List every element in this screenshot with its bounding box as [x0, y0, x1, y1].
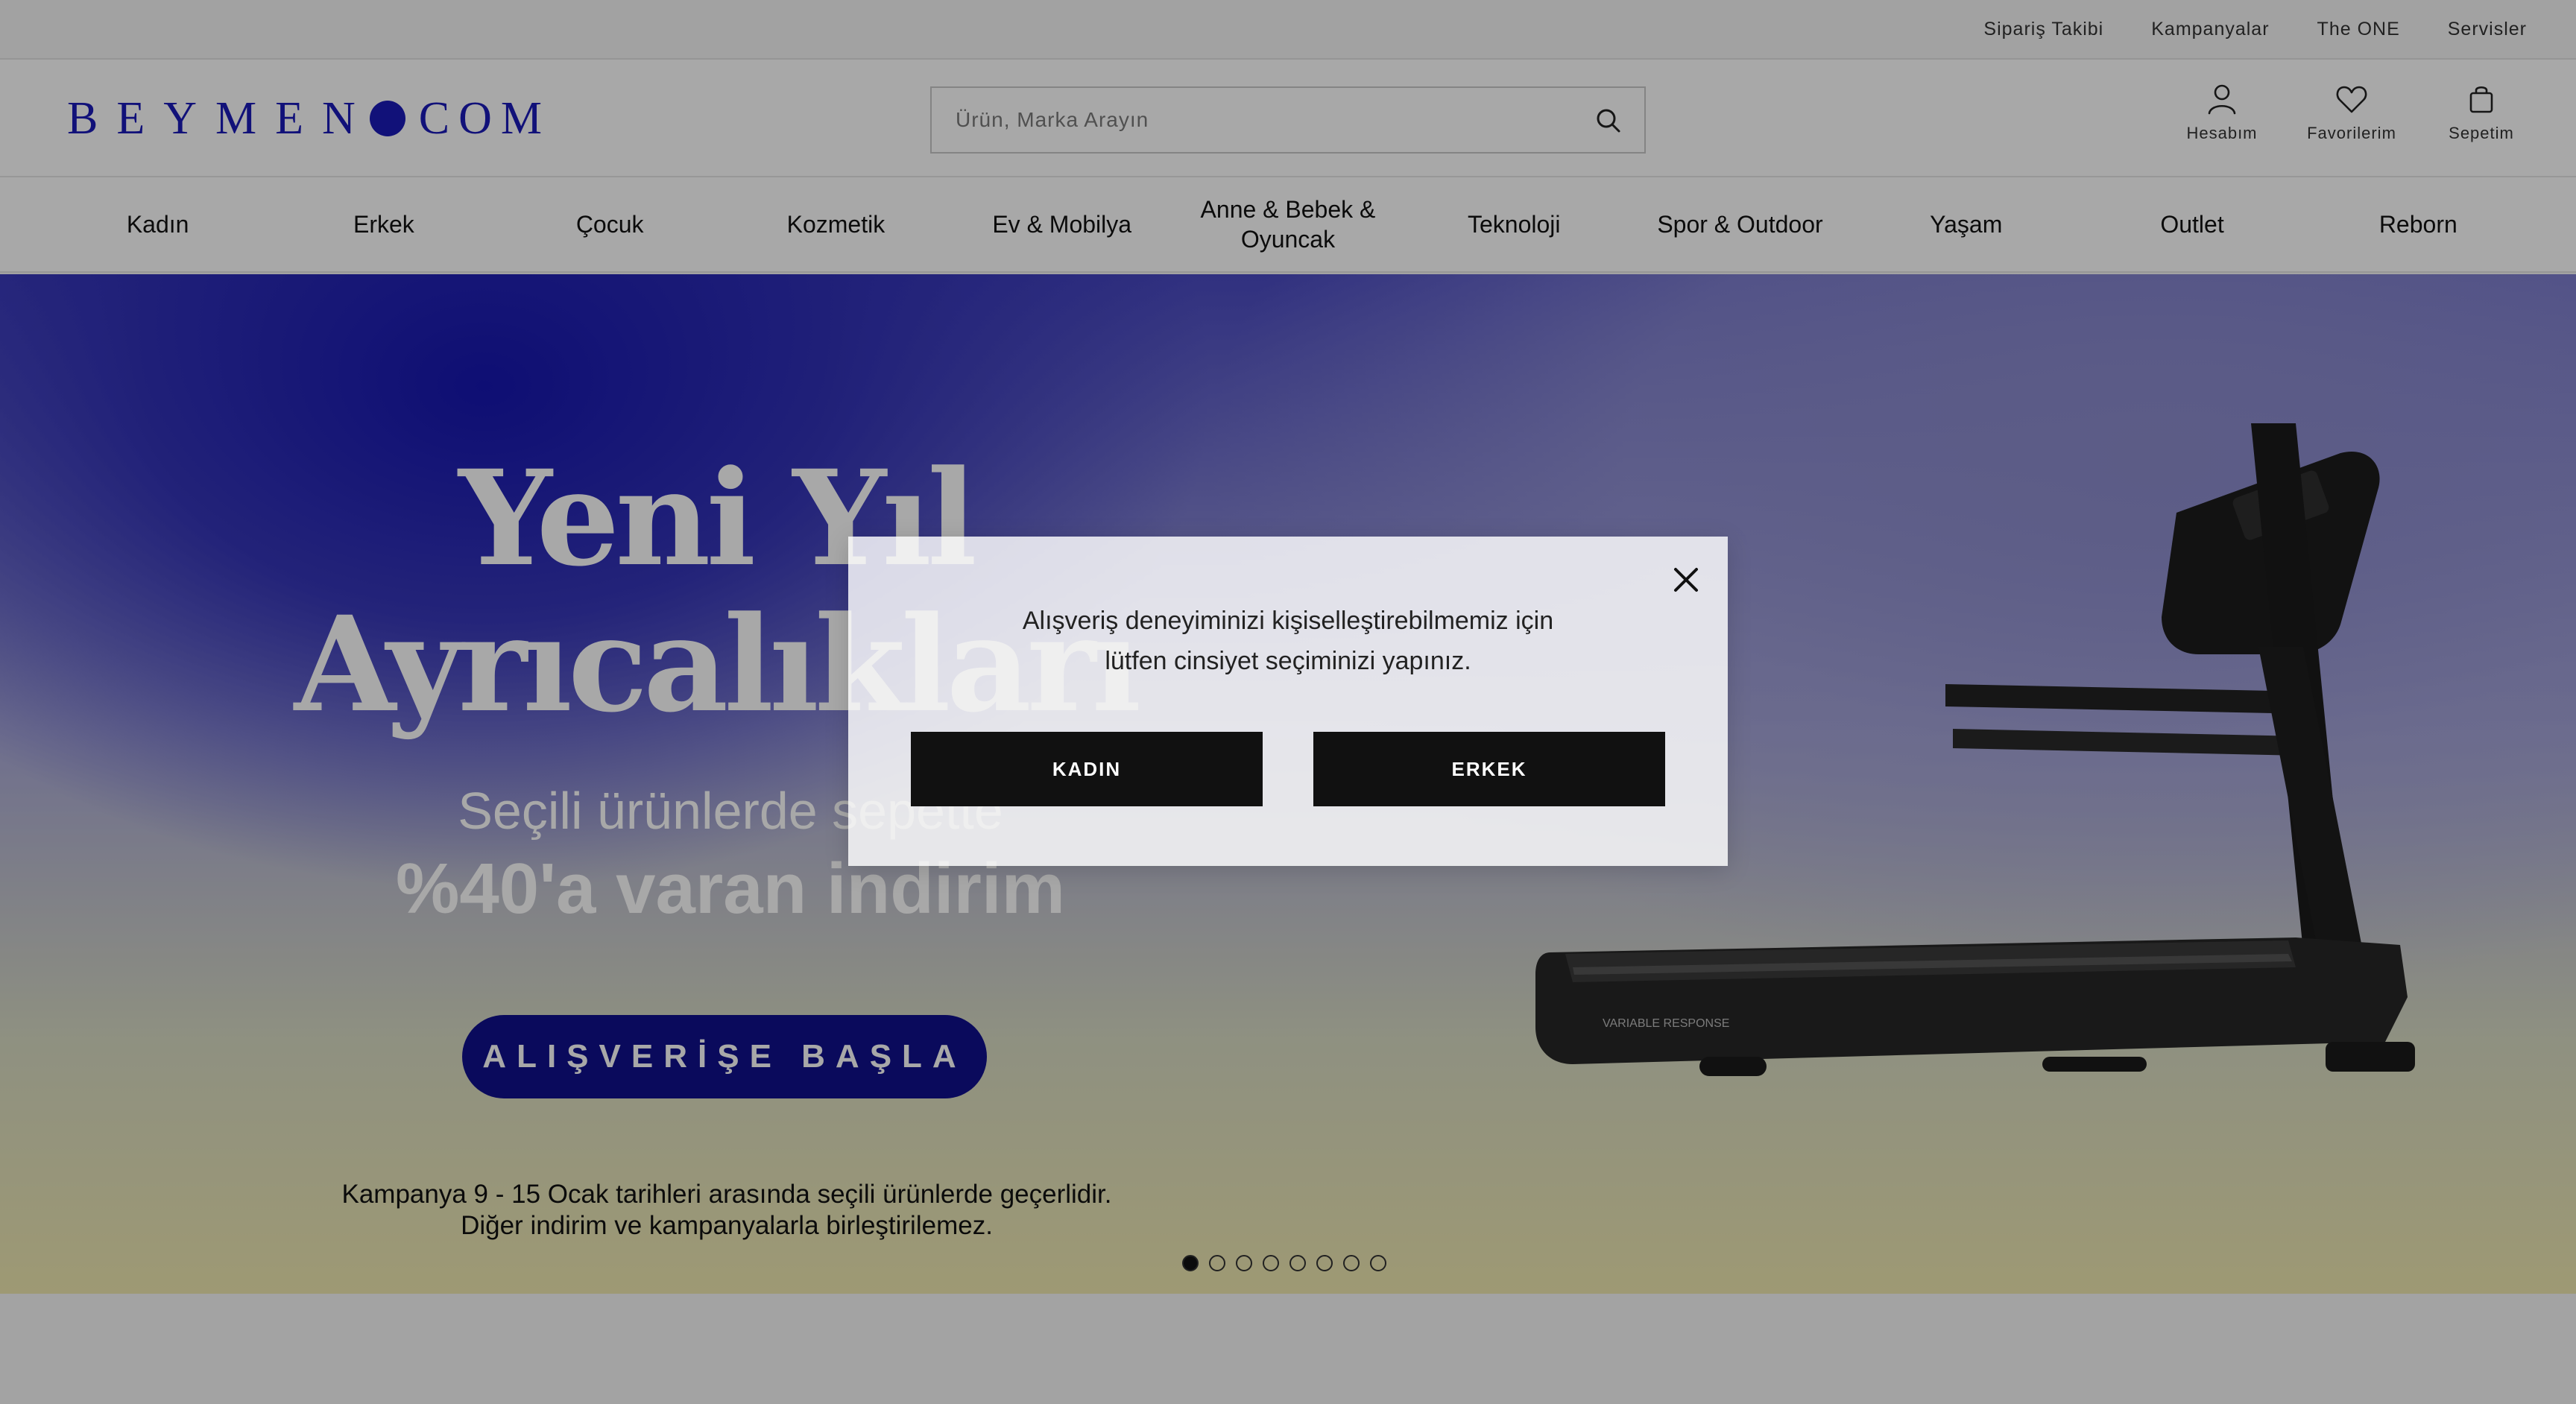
modal-message: Alışveriş deneyiminizi kişiselleştirebil… — [908, 601, 1668, 681]
modal-message-line1: Alışveriş deneyiminizi kişiselleştirebil… — [1022, 607, 1554, 635]
select-women-button[interactable]: KADIN — [911, 732, 1263, 806]
select-men-button[interactable]: ERKEK — [1313, 732, 1665, 806]
close-icon[interactable] — [1670, 563, 1702, 596]
page: Sipariş Takibi Kampanyalar The ONE Servi… — [0, 0, 2576, 1404]
gender-selection-modal: Alışveriş deneyiminizi kişiselleştirebil… — [848, 537, 1728, 866]
modal-message-line2: lütfen cinsiyet seçiminizi yapınız. — [1105, 647, 1471, 675]
